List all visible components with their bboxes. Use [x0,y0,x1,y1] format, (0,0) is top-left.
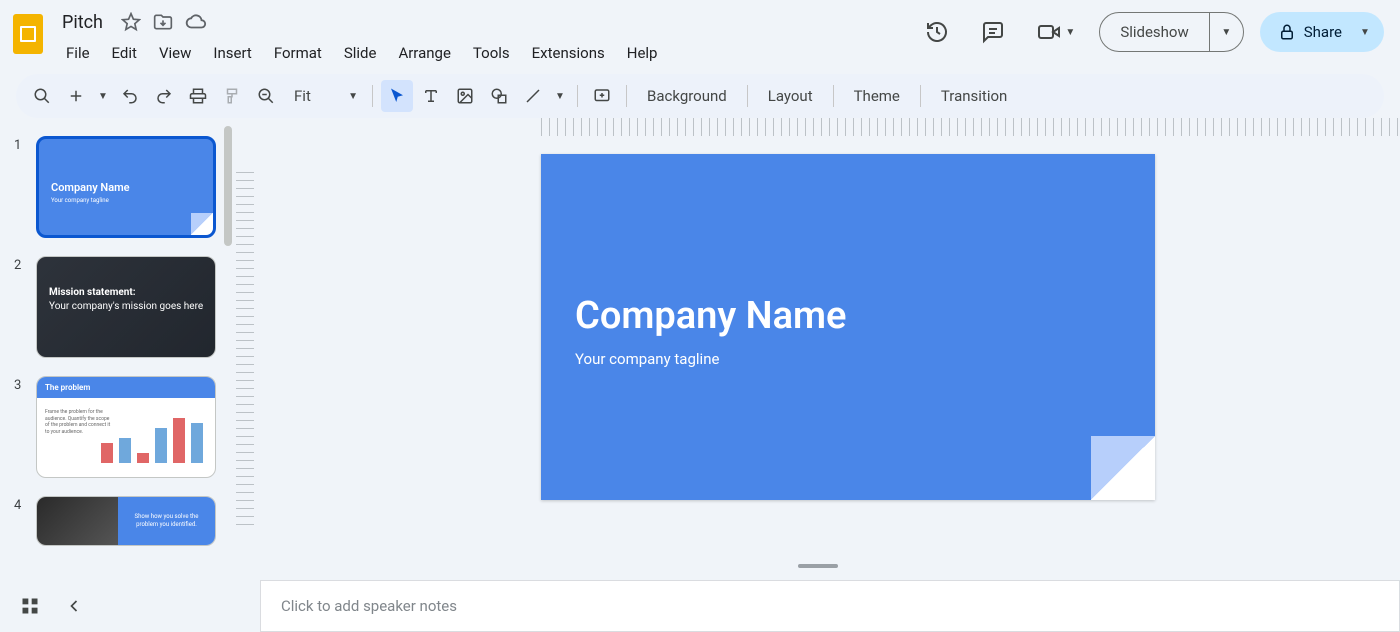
line-tool[interactable] [517,80,549,112]
comments-icon[interactable] [973,12,1013,52]
document-title[interactable]: Pitch [56,10,109,35]
thumb4-text: Show how you solve the problem you ident… [126,513,207,529]
notes-resize-handle[interactable] [798,564,838,568]
menu-edit[interactable]: Edit [102,40,147,66]
separator [372,85,373,107]
separator [833,85,834,107]
ruler-horizontal [236,118,1400,136]
menu-extensions[interactable]: Extensions [522,40,615,66]
speaker-notes[interactable]: Click to add speaker notes [260,580,1400,632]
collapse-filmstrip-icon[interactable] [64,596,84,616]
share-button[interactable]: Share [1278,23,1342,41]
zoom-select[interactable]: Fit ▼ [284,87,364,105]
slide-title[interactable]: Company Name [575,294,846,338]
thumb3-header: The problem [37,377,215,398]
thumb1-subtitle: Your company tagline [51,197,109,204]
zoom-out-icon[interactable] [250,80,282,112]
textbox-tool[interactable] [415,80,447,112]
background-button[interactable]: Background [635,80,739,112]
chevron-down-icon: ▼ [98,91,108,102]
slideshow-dropdown[interactable]: ▼ [1209,13,1243,51]
image-tool[interactable] [449,80,481,112]
select-tool[interactable] [381,80,413,112]
new-slide-dropdown[interactable]: ▼ [94,80,112,112]
print-button[interactable] [182,80,214,112]
canvas[interactable]: Company Name Your company tagline [236,118,1400,580]
thumb1-title: Company Name [51,181,130,194]
line-tool-dropdown[interactable]: ▼ [551,80,569,112]
chevron-down-icon: ▼ [1065,27,1075,38]
shape-tool[interactable] [483,80,515,112]
star-icon[interactable] [121,12,141,32]
menu-insert[interactable]: Insert [203,40,261,66]
new-slide-button[interactable] [60,80,92,112]
chevron-down-icon: ▼ [1360,27,1370,38]
menu-bar: File Edit View Insert Format Slide Arran… [56,40,667,66]
fold-icon [191,213,213,235]
title-bar: Pitch File Edit View Insert Format Slide… [0,0,1400,72]
chevron-down-icon: ▼ [555,91,565,102]
layout-button[interactable]: Layout [756,80,825,112]
undo-button[interactable] [114,80,146,112]
slide-thumbnail-2[interactable]: Mission statement: Your company's missio… [36,256,216,358]
separator [920,85,921,107]
comment-insert-button[interactable] [586,80,618,112]
separator [747,85,748,107]
toolbar: ▼ Fit ▼ ▼ Background Layout Theme [16,74,1384,118]
paint-format-button[interactable] [216,80,248,112]
separator [626,85,627,107]
thumb2-line1: Mission statement: [49,287,136,298]
slide-thumbnail-1[interactable]: Company Name Your company tagline [36,136,216,238]
fold-icon [1091,436,1155,500]
ruler-vertical [236,136,254,580]
share-label: Share [1304,23,1342,41]
thumb2-line2: Your company's mission goes here [49,301,203,313]
menu-help[interactable]: Help [617,40,668,66]
slide-number: 1 [14,136,26,153]
menu-format[interactable]: Format [264,40,332,66]
slide-thumbnail-3[interactable]: The problem Frame the problem for the au… [36,376,216,478]
slides-logo[interactable] [8,10,48,58]
share-button-group: Share ▼ [1260,12,1384,52]
thumb3-chart [101,413,203,463]
slideshow-button[interactable]: Slideshow [1100,13,1208,51]
move-folder-icon[interactable] [153,12,173,32]
chevron-down-icon: ▼ [348,91,358,102]
chevron-down-icon: ▼ [1221,27,1231,38]
filmstrip-footer [0,580,236,632]
slide-number: 4 [14,496,26,513]
cloud-status-icon[interactable] [185,11,207,33]
filmstrip: 1 Company Name Your company tagline 2 Mi… [0,118,236,580]
separator [577,85,578,107]
zoom-value: Fit [294,87,311,105]
redo-button[interactable] [148,80,180,112]
slide-number: 3 [14,376,26,393]
grid-view-icon[interactable] [20,596,40,616]
theme-button[interactable]: Theme [842,80,912,112]
meet-present-button[interactable]: ▼ [1029,14,1083,50]
lock-icon [1278,23,1296,41]
search-menus-button[interactable] [26,80,58,112]
transition-button[interactable]: Transition [929,80,1019,112]
filmstrip-scrollbar[interactable] [224,126,232,246]
menu-tools[interactable]: Tools [463,40,520,66]
slide-subtitle[interactable]: Your company tagline [575,350,719,368]
history-icon[interactable] [917,12,957,52]
current-slide[interactable]: Company Name Your company tagline [541,154,1155,500]
menu-arrange[interactable]: Arrange [388,40,460,66]
slide-thumbnail-4[interactable]: Show how you solve the problem you ident… [36,496,216,546]
slideshow-button-group: Slideshow ▼ [1099,12,1243,52]
share-dropdown[interactable]: ▼ [1350,12,1380,52]
menu-file[interactable]: File [56,40,100,66]
menu-view[interactable]: View [149,40,201,66]
menu-slide[interactable]: Slide [334,40,387,66]
slide-number: 2 [14,256,26,273]
